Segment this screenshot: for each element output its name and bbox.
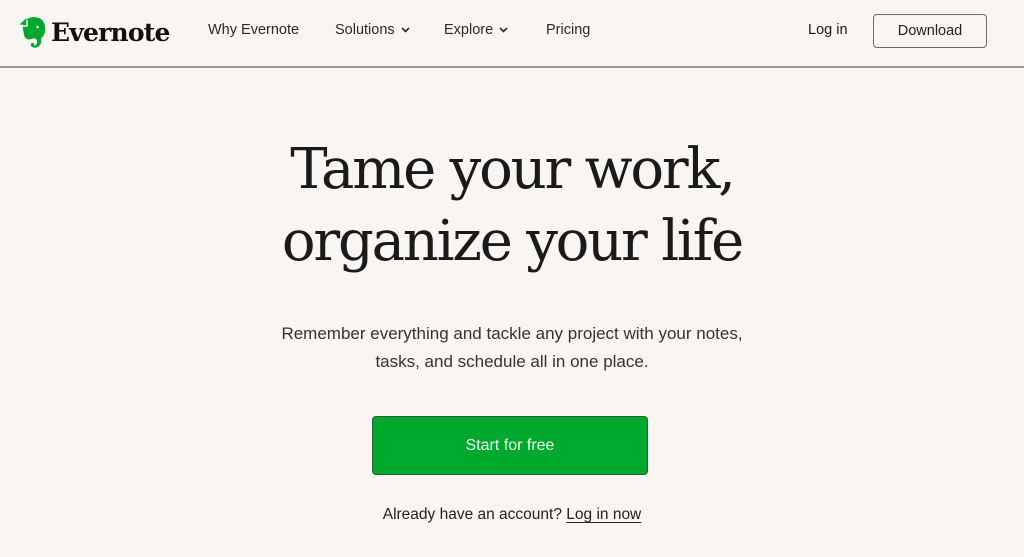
nav-why-evernote[interactable]: Why Evernote [208,22,299,38]
hero-subtitle: Remember everything and tackle any proje… [0,320,1024,376]
nav-explore[interactable]: Explore [444,22,508,38]
hero-subtitle-line-1: Remember everything and tackle any proje… [281,324,743,343]
nav-pricing-label: Pricing [546,22,591,38]
evernote-logo[interactable]: Evernote [17,14,170,50]
start-for-free-button[interactable]: Start for free [372,416,648,475]
brand-name: Evernote [51,17,170,47]
chevron-down-icon [499,27,508,33]
evernote-elephant-icon [19,17,46,48]
nav-why-evernote-label: Why Evernote [208,22,300,38]
account-prompt-line: Already have an account? Log in now [0,506,1024,524]
hero-title-line-1: Tame your work, [290,137,736,202]
chevron-down-icon [401,27,410,33]
nav-solutions[interactable]: Solutions [335,22,410,38]
hero-title: Tame your work, organize your life [0,134,1024,278]
site-header: Evernote Why Evernote Solutions Explore … [0,0,1024,68]
nav-explore-label: Explore [444,22,494,38]
hero-subtitle-line-2: tasks, and schedule all in one place. [375,352,649,371]
account-prompt-text: Already have an account? [382,506,562,523]
hero-title-line-2: organize your life [281,209,744,274]
log-in-now-link[interactable]: Log in now [566,506,641,523]
nav-solutions-label: Solutions [335,22,395,38]
nav-pricing[interactable]: Pricing [546,22,590,38]
login-link[interactable]: Log in [808,22,848,38]
download-button[interactable]: Download [873,14,987,48]
